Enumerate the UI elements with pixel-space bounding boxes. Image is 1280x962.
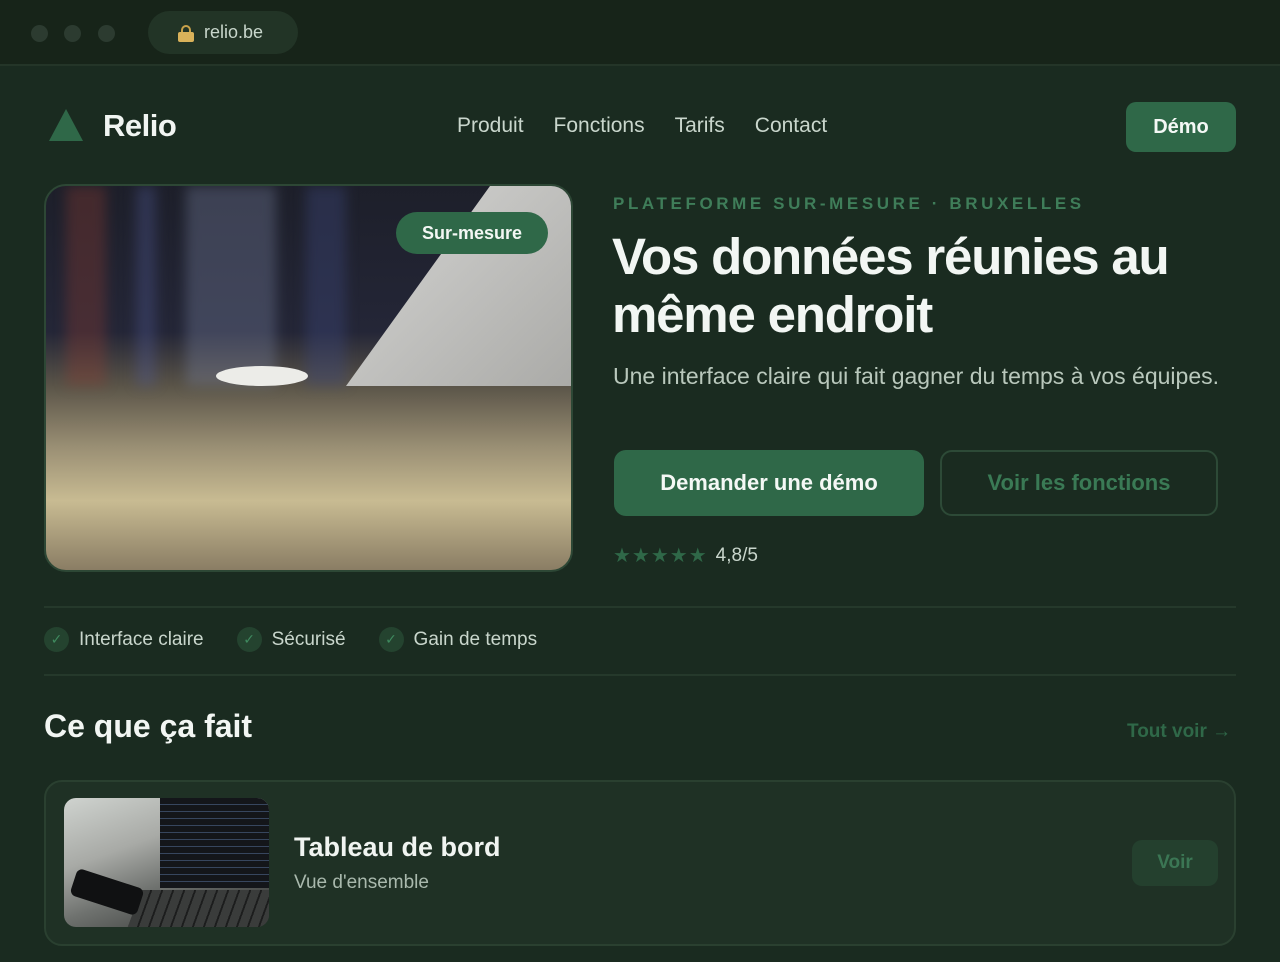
window-close-button[interactable] (31, 25, 48, 42)
see-all-link[interactable]: Tout voir → (1127, 721, 1231, 743)
rating-value: 4,8/5 (715, 544, 758, 566)
window-maximize-button[interactable] (98, 25, 115, 42)
triangle-logo-icon[interactable] (49, 109, 83, 141)
star-rating-icon: ★★★★★ (613, 545, 708, 567)
feature-item: ✓ Sécurisé (236, 627, 346, 652)
feature-label: Sécurisé (271, 628, 346, 650)
browser-toolbar: relio.be (0, 0, 1280, 66)
nav-link-contact[interactable]: Contact (755, 114, 827, 138)
feature-list: ✓ Interface claire ✓ Sécurisé ✓ Gain de … (44, 627, 537, 652)
card-title: Tableau de bord (294, 832, 501, 862)
view-button[interactable]: Voir (1132, 840, 1218, 886)
hero-badge: Sur-mesure (396, 212, 548, 254)
url-text: relio.be (204, 22, 264, 42)
feature-card[interactable]: Tableau de bord Vue d'ensemble Voir (44, 780, 1236, 946)
feature-item: ✓ Gain de temps (378, 627, 538, 652)
card-thumbnail (64, 798, 269, 927)
check-icon: ✓ (378, 627, 404, 652)
divider (44, 606, 1236, 608)
hero-headline: Vos données réunies au même endroit (612, 228, 1170, 343)
nav-link-tarifs[interactable]: Tarifs (675, 114, 725, 138)
see-features-button[interactable]: Voir les fonctions (940, 450, 1218, 516)
hero-subtitle: Une interface claire qui fait gagner du … (613, 363, 1220, 389)
feature-item: ✓ Interface claire (44, 627, 204, 652)
brand-name[interactable]: Relio (103, 108, 177, 144)
main-nav: Produit Fonctions Tarifs Contact (457, 114, 827, 138)
address-bar[interactable]: relio.be (148, 11, 298, 54)
window-minimize-button[interactable] (64, 25, 81, 42)
demo-button[interactable]: Démo (1126, 102, 1236, 152)
lock-icon (178, 25, 194, 42)
request-demo-button[interactable]: Demander une démo (614, 450, 924, 516)
check-icon: ✓ (236, 627, 262, 652)
section-title: Ce que ça fait (44, 708, 253, 744)
nav-link-produit[interactable]: Produit (457, 114, 524, 138)
feature-label: Gain de temps (413, 628, 538, 650)
divider (44, 674, 1236, 676)
card-subtitle: Vue d'ensemble (294, 872, 429, 893)
rating: ★★★★★ 4,8/5 (613, 543, 758, 568)
feature-label: Interface claire (79, 628, 204, 650)
nav-link-fonctions[interactable]: Fonctions (554, 114, 645, 138)
check-icon: ✓ (44, 627, 69, 652)
hero-eyebrow: PLATEFORME SUR-MESURE · BRUXELLES (613, 194, 1085, 213)
